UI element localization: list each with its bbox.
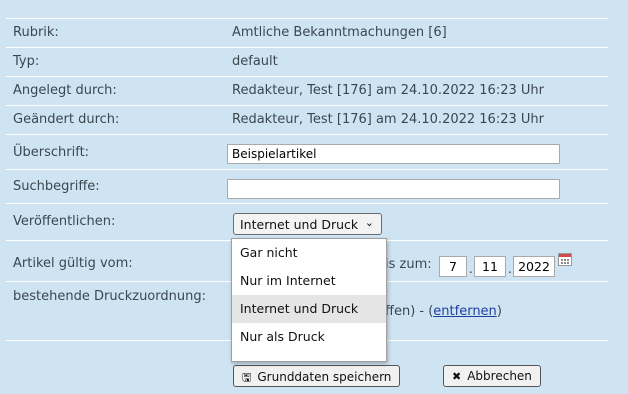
dropdown-option[interactable]: Nur als Druck: [232, 323, 386, 351]
headline-input[interactable]: [227, 144, 560, 164]
valid-until-month[interactable]: 11: [474, 256, 506, 277]
row-angelegt: Angelegt durch: Redakteur, Test [176] am…: [6, 77, 608, 106]
chevron-down-icon: ⌄: [364, 216, 374, 229]
article-form: Rubrik: Amtliche Bekanntmachungen [6] Ty…: [0, 0, 628, 394]
valid-until-year[interactable]: 2022: [513, 256, 555, 277]
typ-value: default: [232, 54, 278, 69]
keywords-label: Suchbegriffe:: [13, 179, 100, 194]
close-icon: ✖: [452, 370, 462, 383]
date-separator: .: [508, 262, 512, 276]
created-by-value: Redakteur, Test [176] am 24.10.2022 16:2…: [232, 83, 544, 98]
date-separator: .: [469, 262, 473, 276]
valid-until-day[interactable]: 7: [439, 256, 467, 277]
publish-select-value: Internet und Druck: [240, 217, 359, 232]
rubrik-value: Amtliche Bekanntmachungen [6]: [232, 25, 447, 40]
print-assignment-text: ffen) - (entfernen): [385, 304, 502, 319]
valid-from-label: Artikel gültig vom:: [13, 256, 133, 271]
row-rubrik: Rubrik: Amtliche Bekanntmachungen [6]: [6, 19, 608, 48]
valid-until-label: is zum:: [385, 257, 432, 272]
save-icon: 🖫: [242, 371, 252, 384]
keywords-input[interactable]: [227, 179, 560, 199]
print-assignment-label: bestehende Druckzuordnung:: [13, 289, 206, 304]
headline-label: Überschrift:: [13, 145, 90, 160]
calendar-icon[interactable]: [558, 253, 572, 266]
cancel-button[interactable]: ✖ Abbrechen: [443, 365, 541, 387]
dropdown-option-highlighted[interactable]: Internet und Druck: [232, 295, 386, 323]
row-typ: Typ: default: [6, 48, 608, 77]
modified-by-label: Geändert durch:: [13, 112, 120, 127]
publish-label: Veröffentlichen:: [13, 214, 116, 229]
print-assignment-partial: ffen) - (: [385, 304, 434, 319]
modified-by-value: Redakteur, Test [176] am 24.10.2022 16:2…: [232, 112, 544, 127]
publish-dropdown-list: Gar nicht Nur im Internet Internet und D…: [231, 238, 387, 362]
row-geaendert: Geändert durch: Redakteur, Test [176] am…: [6, 106, 608, 135]
typ-label: Typ:: [13, 54, 40, 69]
save-button-label: Grunddaten speichern: [257, 370, 392, 384]
dropdown-option[interactable]: Nur im Internet: [232, 267, 386, 295]
publish-select[interactable]: Internet und Druck ⌄: [233, 213, 382, 235]
created-by-label: Angelegt durch:: [13, 83, 117, 98]
cancel-button-label: Abbrechen: [467, 369, 532, 383]
rubrik-label: Rubrik:: [13, 25, 59, 40]
dropdown-option[interactable]: Gar nicht: [232, 239, 386, 267]
close-paren: ): [496, 304, 502, 319]
save-basic-data-button[interactable]: 🖫 Grunddaten speichern: [233, 365, 401, 387]
remove-link[interactable]: entfernen: [433, 304, 497, 319]
